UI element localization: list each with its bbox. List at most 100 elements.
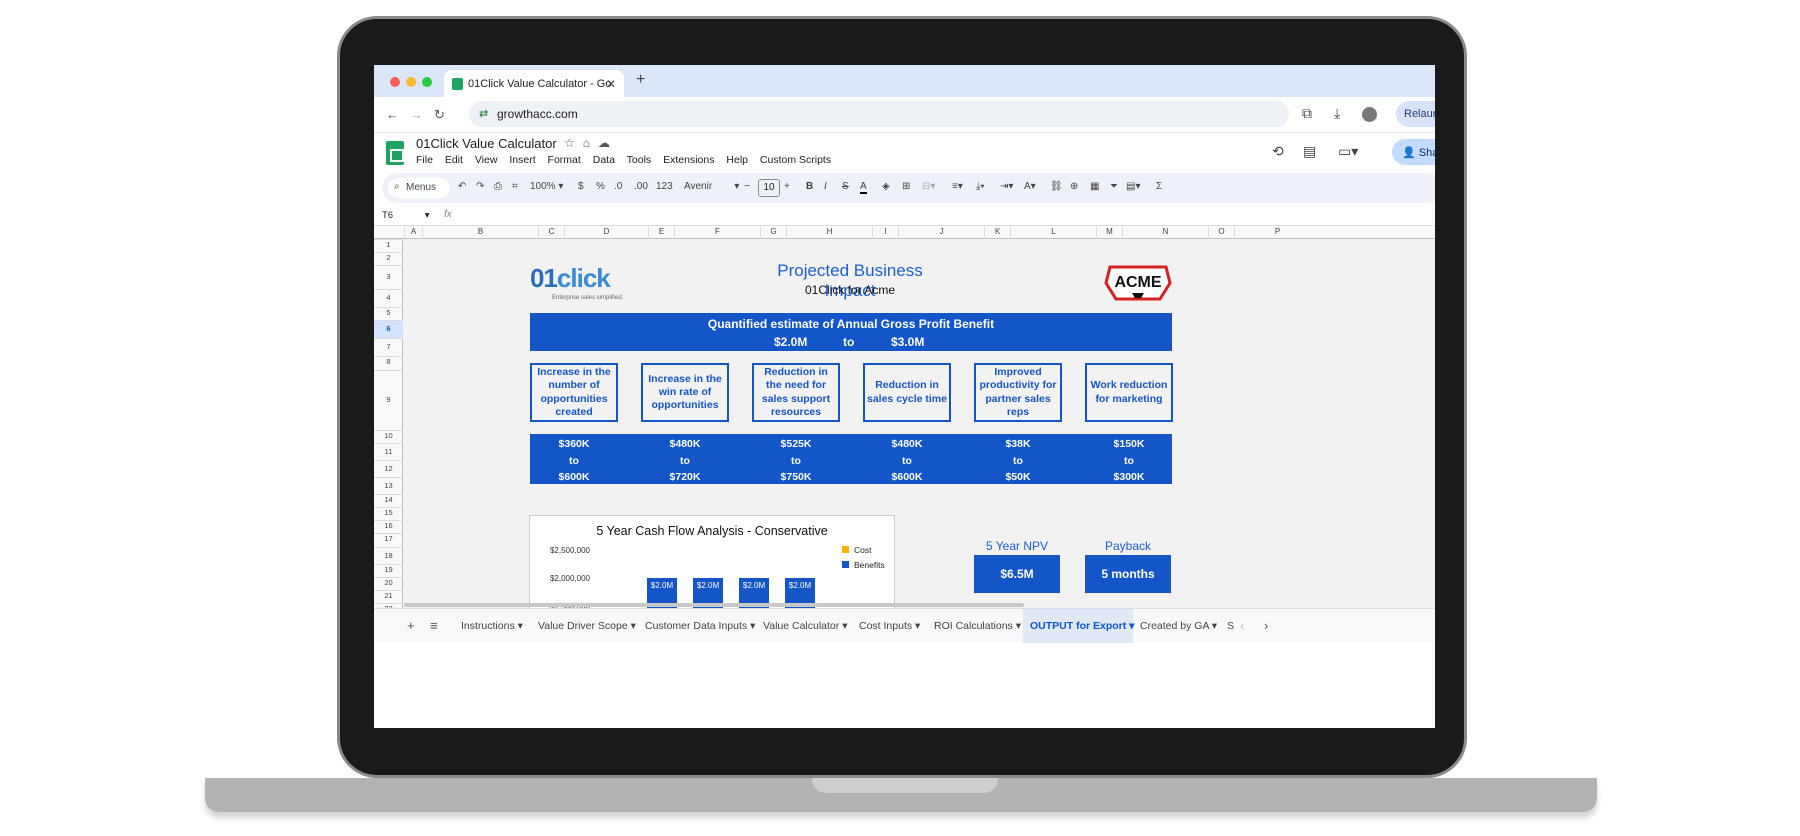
zoom-select[interactable]: 100% ▾ (530, 181, 563, 192)
browser-tab[interactable]: 01Click Value Calculator - Go ✕ (444, 70, 624, 97)
font-size-field[interactable]: 10 (758, 179, 780, 197)
column-header[interactable]: H (786, 227, 872, 239)
profile-avatar[interactable] (1362, 107, 1377, 122)
row-header-selected[interactable]: 6 (374, 320, 403, 338)
chevron-left-icon[interactable]: ‹ (1240, 618, 1244, 633)
meet-icon[interactable]: ▭▾ (1338, 143, 1358, 160)
text-color-button[interactable]: A (860, 181, 867, 194)
column-header[interactable]: F (674, 227, 760, 239)
sheet-tab-instructions[interactable]: Instructions ▾ (461, 609, 523, 643)
menu-format[interactable]: Format (548, 154, 581, 166)
merge-cells-icon[interactable]: ⊟▾ (922, 181, 935, 192)
sheet-tab-created-by-ga[interactable]: Created by GA ▾ (1140, 609, 1217, 643)
row-header[interactable]: 13 (374, 477, 403, 494)
column-header[interactable]: K (984, 227, 1010, 239)
star-icon[interactable]: ☆ (564, 136, 583, 150)
close-window-button[interactable] (390, 77, 400, 87)
column-header[interactable]: G (760, 227, 786, 239)
vertical-align-icon[interactable]: ⤓▾ (976, 181, 985, 192)
text-rotation-icon[interactable]: A▾ (1024, 181, 1036, 192)
column-header[interactable]: P (1234, 227, 1320, 239)
undo-icon[interactable]: ↶ (458, 181, 466, 192)
insert-link-icon[interactable]: ⛓ (1050, 181, 1063, 192)
row-header[interactable]: 9 (374, 370, 403, 430)
column-header[interactable]: A (404, 227, 422, 239)
column-header[interactable]: O (1208, 227, 1234, 239)
close-tab-icon[interactable]: ✕ (606, 77, 616, 91)
increase-font-size-button[interactable]: + (784, 181, 790, 192)
menu-file[interactable]: File (416, 154, 433, 166)
row-header[interactable]: 2 (374, 252, 403, 265)
column-header[interactable]: J (898, 227, 984, 239)
site-info-icon[interactable]: ⇄ (479, 107, 488, 120)
row-header[interactable]: 18 (374, 547, 403, 564)
number-format-button[interactable]: 123 (656, 181, 673, 192)
minimize-window-button[interactable] (406, 77, 416, 87)
bold-button[interactable]: B (806, 181, 813, 192)
new-tab-button[interactable]: + (636, 71, 645, 89)
doc-title[interactable]: 01Click Value Calculator (416, 136, 557, 151)
insert-chart-icon[interactable]: ▦ (1090, 181, 1099, 192)
menu-insert[interactable]: Insert (509, 154, 535, 166)
menu-extensions[interactable]: Extensions (663, 154, 714, 166)
borders-icon[interactable]: ⊞ (902, 181, 910, 192)
menu-custom-scripts[interactable]: Custom Scripts (760, 154, 831, 166)
column-header[interactable]: L (1010, 227, 1096, 239)
column-header[interactable]: I (872, 227, 898, 239)
menu-edit[interactable]: Edit (445, 154, 463, 166)
row-header[interactable]: 1 (374, 239, 403, 252)
column-header[interactable]: B (422, 227, 538, 239)
horizontal-align-icon[interactable]: ≡▾ (952, 181, 963, 192)
row-header[interactable]: 12 (374, 460, 403, 477)
filter-views-icon[interactable]: ▤▾ (1126, 181, 1140, 192)
comments-icon[interactable]: ▤ (1303, 143, 1316, 160)
extensions-icon[interactable]: ⧉ (1302, 105, 1312, 122)
sheet-tab-overflow[interactable]: S (1227, 609, 1234, 643)
url-field[interactable]: ⇄ growthacc.com (469, 101, 1289, 127)
paint-format-icon[interactable]: ⌗ (512, 181, 518, 192)
menu-tools[interactable]: Tools (627, 154, 652, 166)
column-header[interactable]: C (538, 227, 564, 239)
row-header[interactable]: 4 (374, 289, 403, 307)
menu-help[interactable]: Help (726, 154, 748, 166)
font-select[interactable]: Avenir ▾ (684, 181, 739, 192)
row-header[interactable]: 3 (374, 265, 403, 289)
download-icon[interactable]: ⤓ (1334, 105, 1340, 122)
back-icon[interactable]: ← (386, 107, 399, 122)
share-button[interactable]: 👤 Sha (1392, 139, 1435, 165)
sheet-tab-value-calculator[interactable]: Value Calculator ▾ (763, 609, 847, 643)
column-header[interactable]: E (648, 227, 674, 239)
all-sheets-button[interactable]: ≡ (430, 618, 438, 633)
print-icon[interactable]: ⎙ (494, 181, 502, 192)
row-header[interactable]: 11 (374, 443, 403, 460)
sheets-logo-icon[interactable] (386, 141, 404, 165)
horizontal-scrollbar[interactable] (404, 603, 1024, 607)
relaunch-button[interactable]: Relaun (1396, 101, 1435, 127)
menu-view[interactable]: View (475, 154, 498, 166)
italic-button[interactable]: I (824, 181, 827, 192)
maximize-window-button[interactable] (422, 77, 432, 87)
functions-icon[interactable]: Σ (1156, 181, 1162, 192)
row-header[interactable]: 17 (374, 533, 403, 547)
reload-icon[interactable]: ↻ (434, 107, 445, 123)
chevron-right-icon[interactable]: › (1264, 618, 1268, 633)
row-header[interactable]: 20 (374, 577, 403, 590)
currency-format-button[interactable]: $ (578, 181, 584, 192)
increase-decimal-button[interactable]: .00 (634, 181, 648, 192)
row-header[interactable]: 21 (374, 590, 403, 603)
row-header[interactable]: 15 (374, 507, 403, 520)
version-history-icon[interactable]: ⟲ (1272, 143, 1284, 160)
insert-comment-icon[interactable]: ⊕ (1070, 181, 1078, 192)
column-header[interactable]: D (564, 227, 648, 239)
name-box[interactable]: T6 ▾ (382, 210, 430, 221)
menus-search[interactable]: ⌕ Menus (388, 178, 450, 198)
add-sheet-button[interactable]: + (407, 618, 415, 633)
strikethrough-button[interactable]: S (842, 181, 849, 192)
move-icon[interactable]: ⌂ (583, 136, 598, 150)
sheet-tab-roi-calculations[interactable]: ROI Calculations ▾ (934, 609, 1021, 643)
row-header[interactable]: 5 (374, 307, 403, 320)
row-header[interactable]: 8 (374, 356, 403, 370)
row-header[interactable]: 19 (374, 564, 403, 577)
row-header[interactable]: 7 (374, 338, 403, 356)
row-header[interactable]: 14 (374, 494, 403, 507)
